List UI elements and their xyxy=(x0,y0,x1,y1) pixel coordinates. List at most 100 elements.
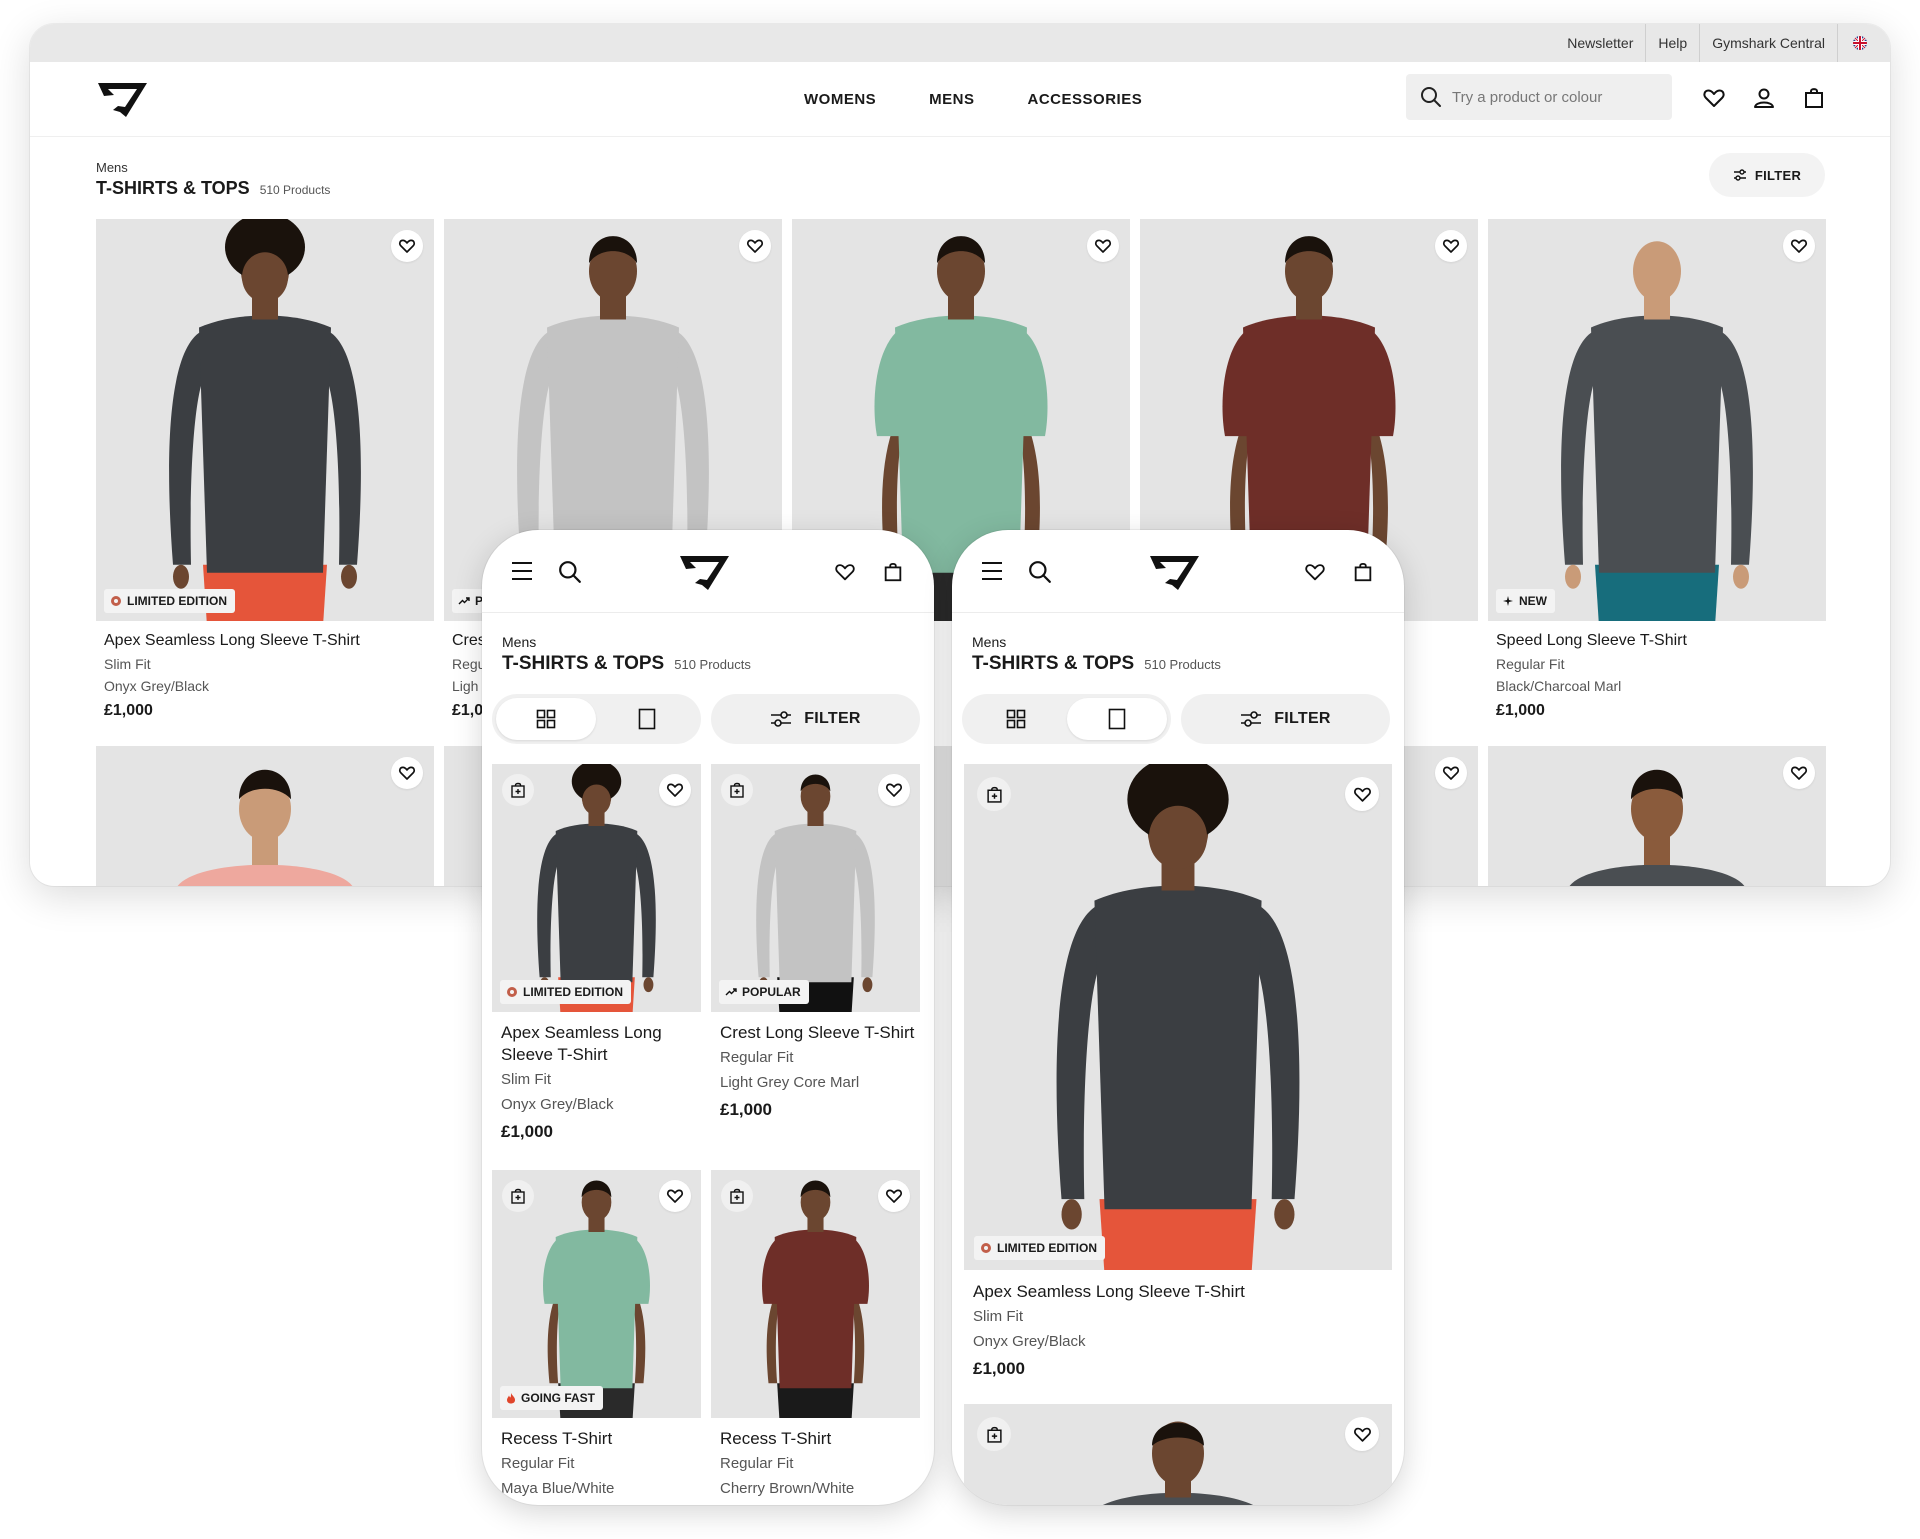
filter-button[interactable]: FILTER xyxy=(711,694,920,744)
gymshark-logo-icon[interactable] xyxy=(678,552,732,592)
model-figure xyxy=(1561,241,1753,621)
product-fit: Regular Fit xyxy=(1496,656,1565,672)
product-image[interactable] xyxy=(711,1170,920,1418)
nav-accessories[interactable]: ACCESSORIES xyxy=(1028,91,1143,108)
model-figure xyxy=(543,1180,650,1418)
product-image[interactable]: GOING FAST xyxy=(492,1170,701,1418)
quick-add-icon[interactable] xyxy=(502,774,534,806)
product-image[interactable] xyxy=(96,746,434,886)
menu-icon[interactable] xyxy=(980,560,1004,582)
model-figure xyxy=(537,764,656,1012)
nav-mens[interactable]: MENS xyxy=(929,91,974,108)
wishlist-heart-icon[interactable] xyxy=(1435,757,1467,789)
product-image[interactable]: LIMITED EDITION xyxy=(964,764,1392,1270)
bag-icon[interactable] xyxy=(882,560,904,584)
filter-button[interactable]: FILTER xyxy=(1181,694,1390,744)
filter-sliders-icon xyxy=(1733,169,1747,181)
wishlist-heart-icon[interactable] xyxy=(1435,230,1467,262)
gymshark-central-link[interactable]: Gymshark Central xyxy=(1699,24,1837,62)
filter-label: FILTER xyxy=(804,710,861,727)
breadcrumb[interactable]: Mens xyxy=(972,634,1006,650)
product-image[interactable] xyxy=(1488,746,1826,886)
wishlist-heart-icon[interactable] xyxy=(391,230,423,262)
single-view-button[interactable] xyxy=(1067,698,1167,740)
wishlist-heart-icon[interactable] xyxy=(1345,777,1379,811)
wishlist-heart-icon[interactable] xyxy=(659,1180,691,1212)
product-colour: Light Grey Core Marl xyxy=(720,1074,860,1091)
product-count: 510 Products xyxy=(674,657,751,672)
product-card[interactable]: GOING FAST Recess T-Shirt Regular Fit Ma… xyxy=(492,1170,701,1497)
single-view-button[interactable] xyxy=(597,698,697,740)
mobile-single-view: Mens T-SHIRTS & TOPS 510 Products FILTER… xyxy=(952,530,1404,1505)
search-input[interactable] xyxy=(1450,87,1654,107)
product-name[interactable]: Recess T-Shirt xyxy=(492,1428,701,1450)
product-fit: Slim Fit xyxy=(501,1071,551,1088)
product-name[interactable]: Apex Seamless Long Sleeve T-Shirt xyxy=(492,1022,701,1066)
quick-add-icon[interactable] xyxy=(977,1417,1011,1451)
quick-add-icon[interactable] xyxy=(721,774,753,806)
bag-icon[interactable] xyxy=(1352,560,1374,584)
uk-flag-icon[interactable] xyxy=(1837,24,1868,62)
product-price: £1,000 xyxy=(1496,702,1545,719)
quick-add-icon[interactable] xyxy=(721,1180,753,1212)
limited-edition-icon xyxy=(980,1242,992,1254)
wishlist-heart-icon[interactable] xyxy=(391,757,423,789)
wishlist-heart-icon[interactable] xyxy=(1345,1417,1379,1451)
gymshark-logo-icon[interactable] xyxy=(1148,552,1202,592)
wishlist-heart-icon[interactable] xyxy=(878,774,910,806)
limited-edition-badge: LIMITED EDITION xyxy=(500,980,631,1004)
product-image[interactable]: POPULAR xyxy=(711,764,920,1012)
help-link[interactable]: Help xyxy=(1645,24,1699,62)
product-name[interactable]: Recess T-Shirt xyxy=(711,1428,920,1450)
wishlist-heart-icon[interactable] xyxy=(878,1180,910,1212)
grid-view-button[interactable] xyxy=(496,698,596,740)
page-title: T-SHIRTS & TOPS 510 Products xyxy=(96,178,330,199)
newsletter-link[interactable]: Newsletter xyxy=(1555,24,1645,62)
model-figure xyxy=(169,219,361,621)
menu-icon[interactable] xyxy=(510,560,534,582)
wishlist-heart-icon[interactable] xyxy=(1087,230,1119,262)
search-bar[interactable] xyxy=(1406,74,1672,120)
product-name[interactable]: Apex Seamless Long Sleeve T-Shirt xyxy=(96,632,434,650)
search-icon[interactable] xyxy=(1028,560,1052,584)
product-image[interactable]: LIMITED EDITION xyxy=(492,764,701,1012)
product-image[interactable]: LIMITED EDITION xyxy=(96,219,434,621)
wishlist-icon[interactable] xyxy=(833,561,857,583)
product-fit: Regular Fit xyxy=(720,1455,794,1472)
product-image[interactable] xyxy=(964,1404,1392,1505)
single-column-icon xyxy=(638,708,656,730)
account-icon[interactable] xyxy=(1752,86,1776,110)
grid-icon xyxy=(536,709,556,729)
wishlist-icon[interactable] xyxy=(1702,86,1726,110)
filter-button[interactable]: FILTER xyxy=(1709,153,1825,197)
wishlist-heart-icon[interactable] xyxy=(1783,230,1815,262)
wishlist-heart-icon[interactable] xyxy=(659,774,691,806)
breadcrumb[interactable]: Mens xyxy=(502,634,536,650)
product-card[interactable]: LIMITED EDITION Apex Seamless Long Sleev… xyxy=(96,219,434,720)
wishlist-icon[interactable] xyxy=(1303,561,1327,583)
product-name[interactable]: Crest Long Sleeve T-Shirt xyxy=(711,1022,920,1044)
breadcrumb[interactable]: Mens xyxy=(96,160,330,175)
quick-add-icon[interactable] xyxy=(977,777,1011,811)
product-name[interactable]: Apex Seamless Long Sleeve T-Shirt xyxy=(964,1282,1392,1302)
product-price: £1,000 xyxy=(720,1100,772,1119)
search-icon[interactable] xyxy=(558,560,582,584)
product-card[interactable]: LIMITED EDITION Apex Seamless Long Sleev… xyxy=(964,764,1392,1379)
quick-add-icon[interactable] xyxy=(502,1180,534,1212)
gymshark-logo-icon[interactable] xyxy=(96,79,150,119)
product-card[interactable]: POPULAR Crest Long Sleeve T-Shirt Regula… xyxy=(711,764,920,1120)
product-card[interactable]: Recess T-Shirt Regular Fit Cherry Brown/… xyxy=(711,1170,920,1497)
wishlist-heart-icon[interactable] xyxy=(739,230,771,262)
page-title: T-SHIRTS & TOPS 510 Products xyxy=(502,653,751,675)
wishlist-heart-icon[interactable] xyxy=(1783,757,1815,789)
nav-womens[interactable]: WOMENS xyxy=(804,91,876,108)
model-figure xyxy=(756,774,875,1012)
product-card[interactable]: NEW Speed Long Sleeve T-Shirt Regular Fi… xyxy=(1488,219,1826,720)
filter-sliders-icon xyxy=(770,710,792,728)
grid-view-button[interactable] xyxy=(966,698,1066,740)
product-card[interactable]: LIMITED EDITION Apex Seamless Long Sleev… xyxy=(492,764,701,1142)
view-toggle xyxy=(962,694,1171,744)
product-image[interactable]: NEW xyxy=(1488,219,1826,621)
bag-icon[interactable] xyxy=(1802,86,1826,110)
product-name[interactable]: Speed Long Sleeve T-Shirt xyxy=(1488,632,1826,650)
